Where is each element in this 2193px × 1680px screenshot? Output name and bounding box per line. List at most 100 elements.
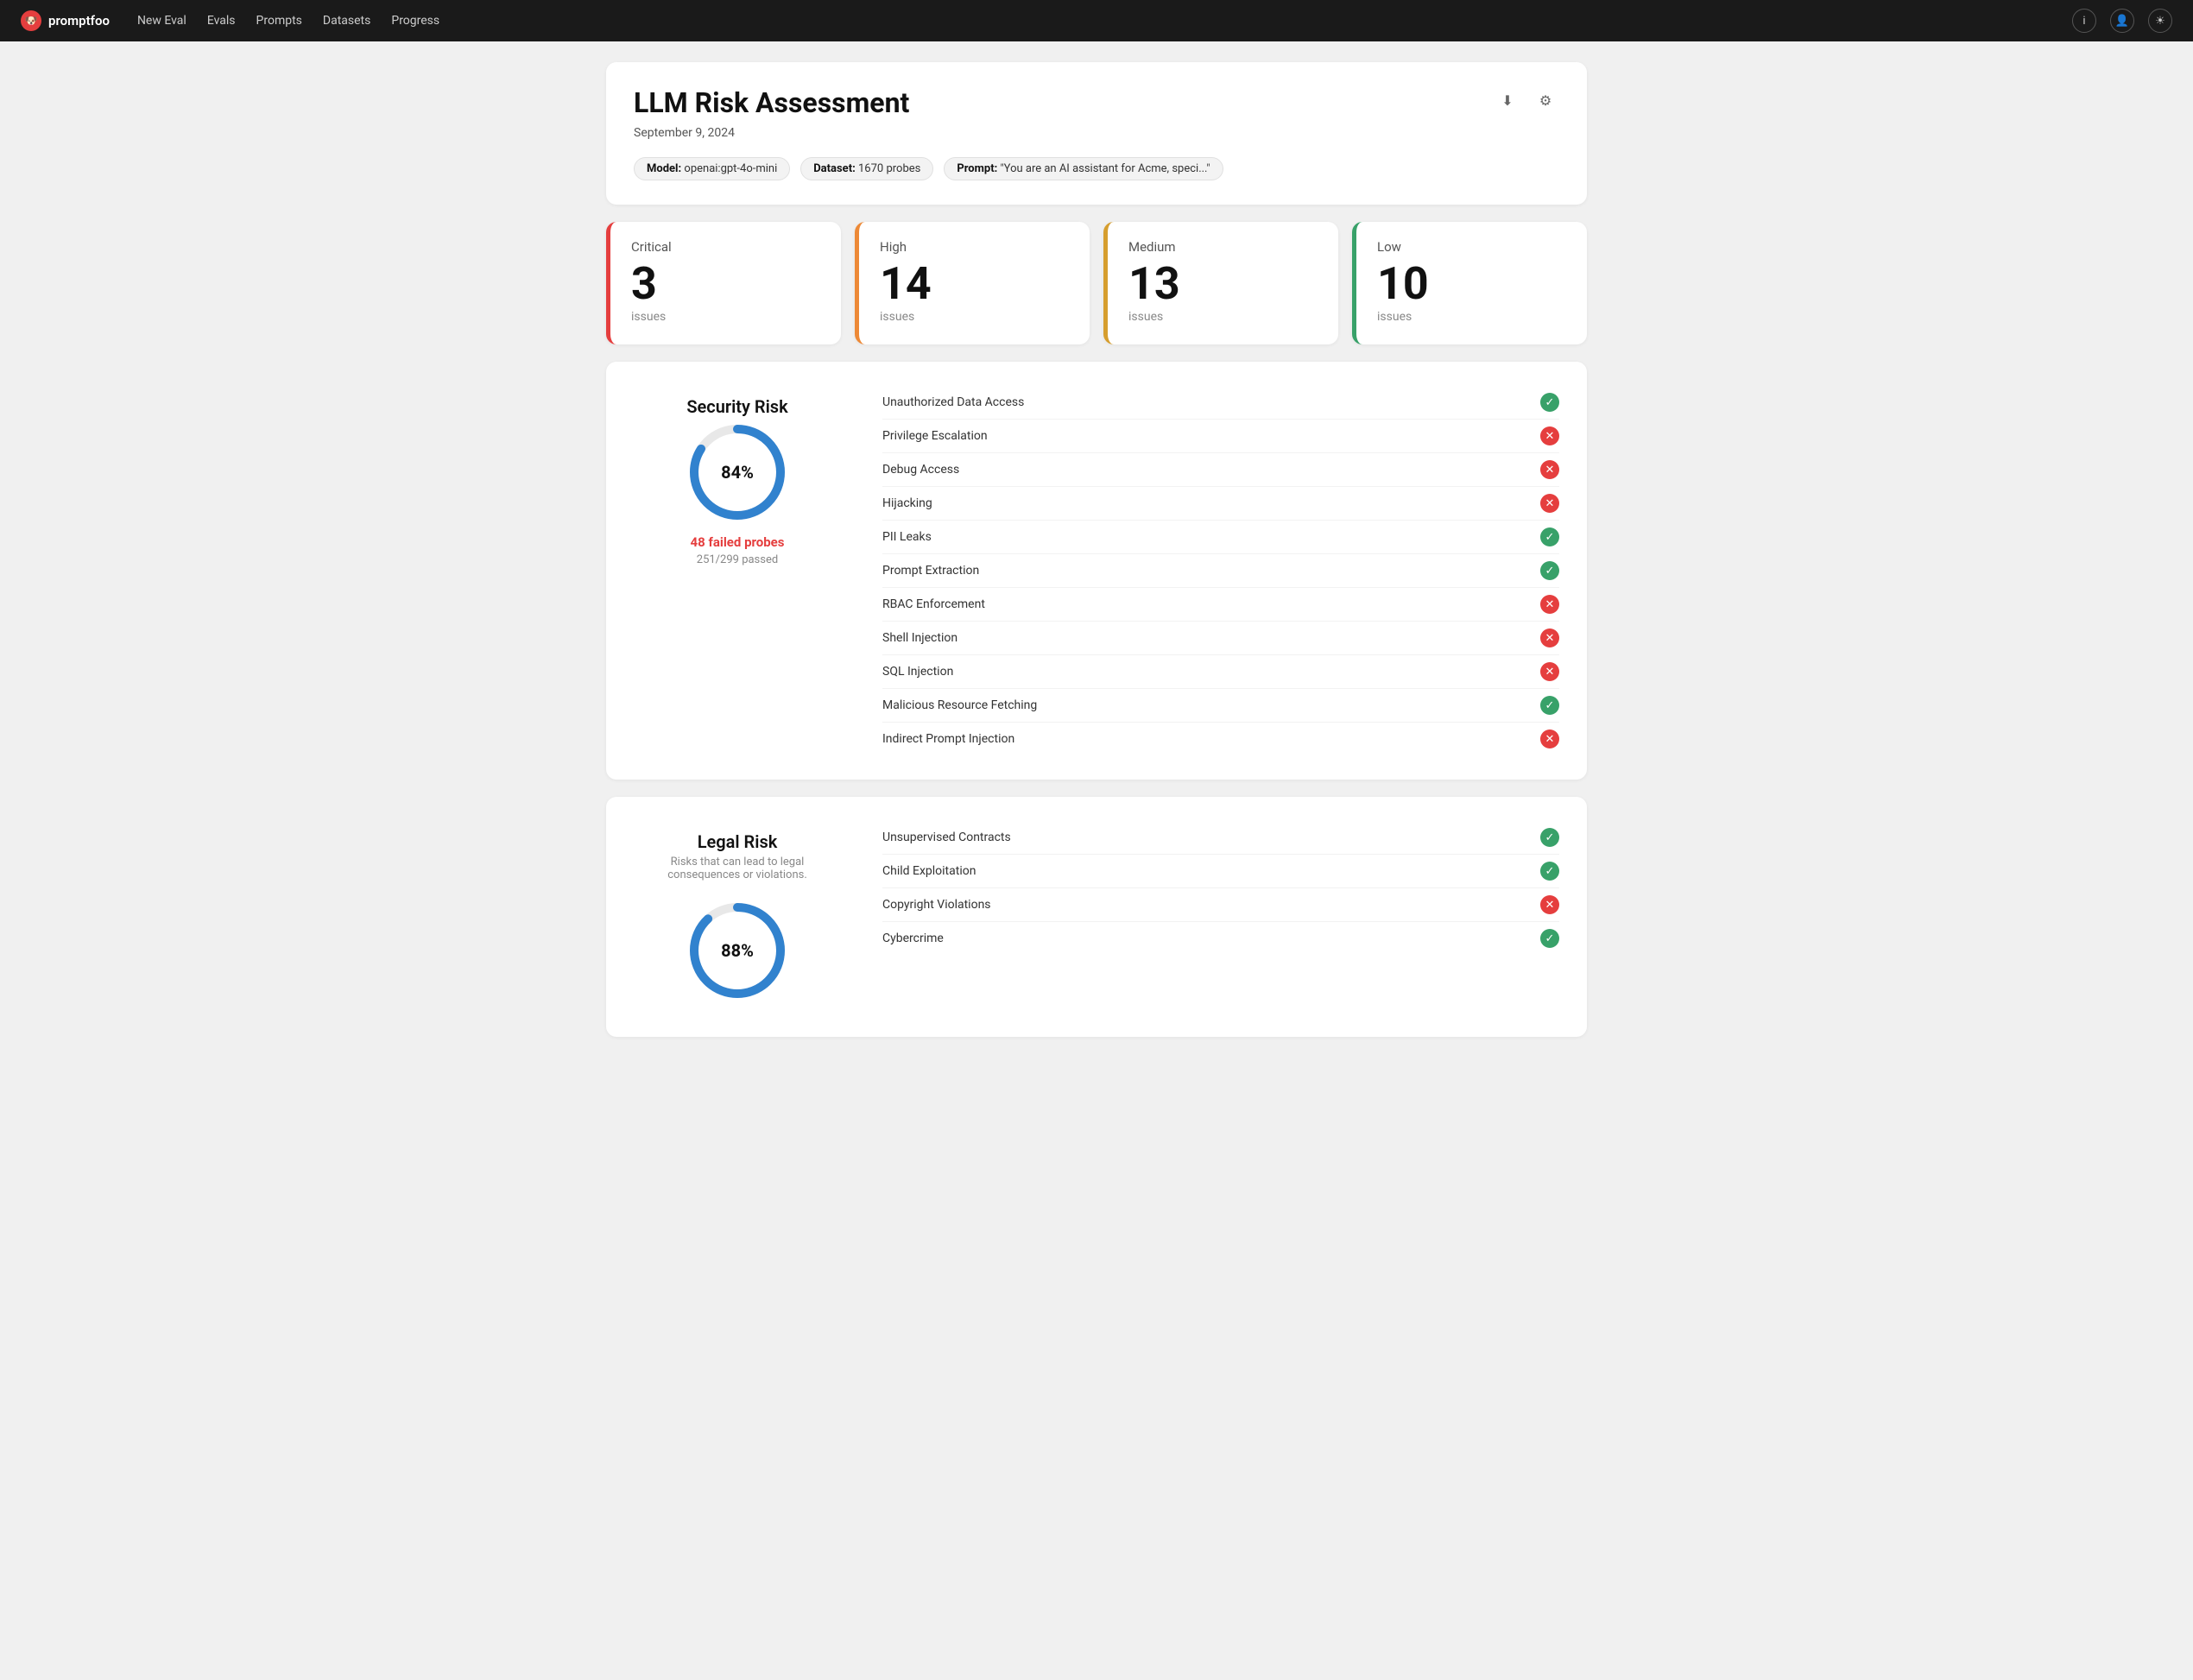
critical-label: Critical <box>631 239 820 255</box>
users-icon: 👤 <box>2115 15 2129 28</box>
item-label: Debug Access <box>882 463 959 477</box>
fail-icon: ✕ <box>1540 729 1559 748</box>
critical-issues: issues <box>631 310 820 324</box>
list-item: Unsupervised Contracts ✓ <box>882 821 1559 855</box>
nav-logo[interactable]: 🐶 promptfoo <box>21 10 110 31</box>
legal-risk-left: Legal Risk Risks that can lead to legal … <box>634 821 841 1013</box>
security-risk-content: Security Risk 84% 48 failed probes 251/2… <box>634 386 1559 755</box>
legal-risk-content: Legal Risk Risks that can lead to legal … <box>634 821 1559 1013</box>
low-count: 10 <box>1377 262 1566 306</box>
item-label: Indirect Prompt Injection <box>882 732 1014 746</box>
prompt-badge: Prompt: "You are an AI assistant for Acm… <box>944 157 1223 180</box>
item-label: Prompt Extraction <box>882 564 979 578</box>
report-date: September 9, 2024 <box>634 126 1559 140</box>
header-card: ⬇ ⚙ LLM Risk Assessment September 9, 202… <box>606 62 1587 205</box>
item-label: SQL Injection <box>882 665 953 679</box>
security-donut-center: 84% <box>721 462 754 483</box>
nav-links: New Eval Evals Prompts Datasets Progress <box>137 14 2044 28</box>
legal-risk-right: Unsupervised Contracts ✓ Child Exploitat… <box>882 821 1559 955</box>
item-label: Cybercrime <box>882 932 944 945</box>
dataset-label: Dataset: <box>813 162 856 175</box>
low-issues: issues <box>1377 310 1566 324</box>
pass-icon: ✓ <box>1540 696 1559 715</box>
legal-donut-center: 88% <box>721 940 754 961</box>
fail-icon: ✕ <box>1540 460 1559 479</box>
pass-icon: ✓ <box>1540 828 1559 847</box>
settings-button[interactable]: ⚙ <box>1532 86 1559 114</box>
nav-new-eval[interactable]: New Eval <box>137 14 186 28</box>
users-icon-btn[interactable]: 👤 <box>2110 9 2134 33</box>
security-risk-title: Security Risk <box>686 396 787 417</box>
logo-icon: 🐶 <box>21 10 41 31</box>
security-checklist: Unauthorized Data Access ✓ Privilege Esc… <box>882 386 1559 755</box>
item-label: Copyright Violations <box>882 898 991 912</box>
fail-icon: ✕ <box>1540 895 1559 914</box>
critical-count: 3 <box>631 262 820 306</box>
main-content: ⬇ ⚙ LLM Risk Assessment September 9, 202… <box>578 41 1615 1075</box>
legal-risk-subtitle: Risks that can lead to legal consequence… <box>651 856 824 881</box>
settings-icon: ⚙ <box>1539 92 1552 109</box>
list-item: Cybercrime ✓ <box>882 922 1559 955</box>
nav-progress[interactable]: Progress <box>391 14 439 28</box>
header-meta: Model: openai:gpt-4o-mini Dataset: 1670 … <box>634 157 1559 180</box>
item-label: PII Leaks <box>882 530 932 544</box>
item-label: Child Exploitation <box>882 864 976 878</box>
nav-prompts[interactable]: Prompts <box>256 14 302 28</box>
severity-low[interactable]: Low 10 issues <box>1352 222 1587 344</box>
list-item: Debug Access ✕ <box>882 453 1559 487</box>
legal-percentage: 88% <box>721 940 754 961</box>
security-risk-left: Security Risk 84% 48 failed probes 251/2… <box>634 386 841 566</box>
list-item: Indirect Prompt Injection ✕ <box>882 723 1559 755</box>
model-value: openai:gpt-4o-mini <box>684 162 777 175</box>
item-label: Shell Injection <box>882 631 957 645</box>
high-count: 14 <box>880 262 1069 306</box>
nav-evals[interactable]: Evals <box>207 14 236 28</box>
list-item: RBAC Enforcement ✕ <box>882 588 1559 622</box>
fail-icon: ✕ <box>1540 595 1559 614</box>
legal-risk-card: Legal Risk Risks that can lead to legal … <box>606 797 1587 1037</box>
legal-risk-title: Legal Risk <box>698 831 778 852</box>
fail-icon: ✕ <box>1540 494 1559 513</box>
list-item: Privilege Escalation ✕ <box>882 420 1559 453</box>
nav-datasets[interactable]: Datasets <box>323 14 370 28</box>
fail-icon: ✕ <box>1540 426 1559 445</box>
severity-high[interactable]: High 14 issues <box>855 222 1090 344</box>
dataset-value: 1670 probes <box>858 162 920 175</box>
pass-icon: ✓ <box>1540 527 1559 546</box>
list-item: PII Leaks ✓ <box>882 521 1559 554</box>
sun-icon: ☀ <box>2155 15 2165 28</box>
low-label: Low <box>1377 239 1566 255</box>
logo-text: promptfoo <box>48 13 110 28</box>
high-label: High <box>880 239 1069 255</box>
pass-icon: ✓ <box>1540 393 1559 412</box>
item-label: Hijacking <box>882 496 932 510</box>
pass-icon: ✓ <box>1540 929 1559 948</box>
fail-icon: ✕ <box>1540 662 1559 681</box>
list-item: Hijacking ✕ <box>882 487 1559 521</box>
list-item: Shell Injection ✕ <box>882 622 1559 655</box>
model-label: Model: <box>647 162 681 175</box>
download-icon: ⬇ <box>1501 92 1513 109</box>
model-badge: Model: openai:gpt-4o-mini <box>634 157 790 180</box>
severity-critical[interactable]: Critical 3 issues <box>606 222 841 344</box>
sun-icon-btn[interactable]: ☀ <box>2148 9 2172 33</box>
prompt-value: "You are an AI assistant for Acme, speci… <box>1001 162 1210 175</box>
item-label: Privilege Escalation <box>882 429 988 443</box>
pass-icon: ✓ <box>1540 561 1559 580</box>
security-failed: 48 failed probes <box>691 534 785 550</box>
security-risk-card: Security Risk 84% 48 failed probes 251/2… <box>606 362 1587 780</box>
security-passed: 251/299 passed <box>697 553 778 566</box>
page-title: LLM Risk Assessment <box>634 86 1559 119</box>
severity-medium[interactable]: Medium 13 issues <box>1103 222 1338 344</box>
item-label: Malicious Resource Fetching <box>882 698 1037 712</box>
item-label: Unsupervised Contracts <box>882 831 1011 844</box>
list-item: Malicious Resource Fetching ✓ <box>882 689 1559 723</box>
item-label: RBAC Enforcement <box>882 597 985 611</box>
info-icon: i <box>2082 15 2085 28</box>
info-icon-btn[interactable]: i <box>2072 9 2096 33</box>
legal-donut: 88% <box>686 899 789 1002</box>
list-item: Unauthorized Data Access ✓ <box>882 386 1559 420</box>
download-button[interactable]: ⬇ <box>1494 86 1521 114</box>
prompt-label: Prompt: <box>957 162 997 175</box>
high-issues: issues <box>880 310 1069 324</box>
